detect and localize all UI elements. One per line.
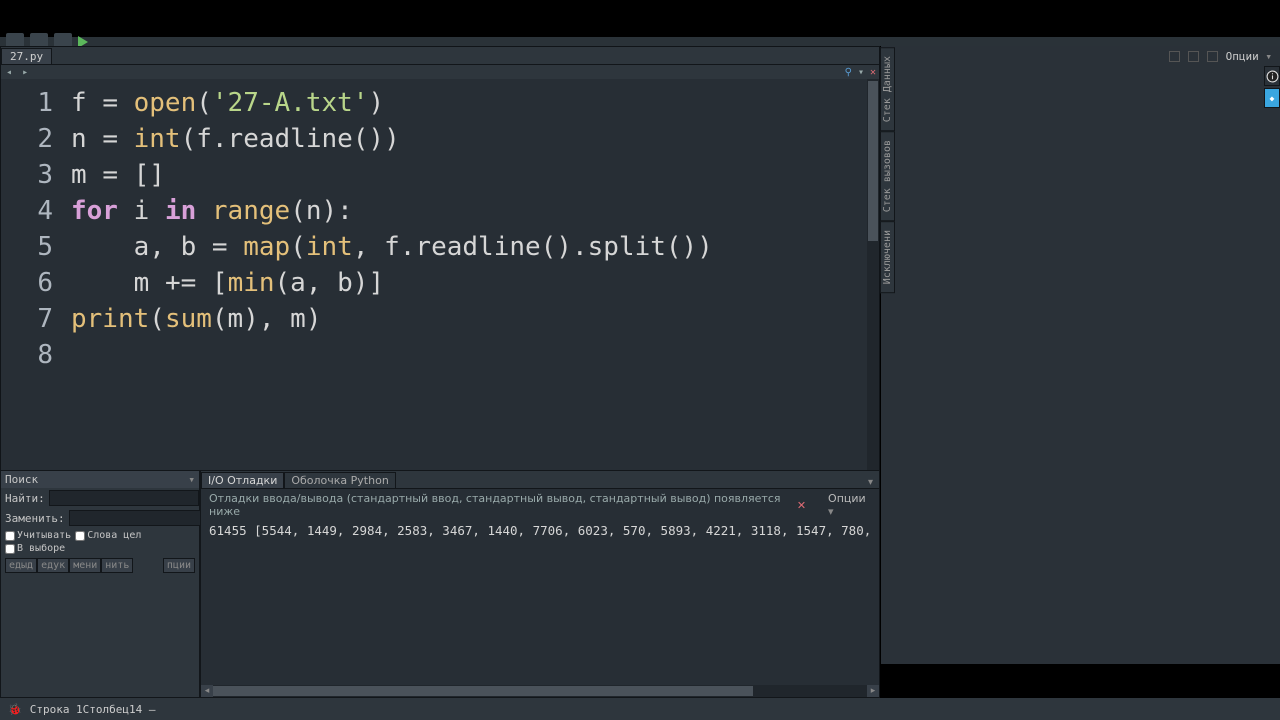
tab-debug-io[interactable]: I/O Отладки [201, 472, 284, 488]
clear-icon[interactable]: ✕ [789, 499, 814, 512]
debug-info-text: Отладки ввода/вывода (стандартный ввод, … [209, 492, 789, 518]
python-icon[interactable]: ◆ [1264, 88, 1280, 108]
editor-tabbar: 27.py [1, 47, 879, 65]
editor-controls: ◂ ▸ ⚲ ▾ ✕ [1, 65, 879, 79]
find-input[interactable] [49, 490, 199, 506]
pin-icon[interactable]: ⚲ [845, 67, 852, 78]
layout-icon[interactable] [1207, 51, 1218, 62]
replace-all-button[interactable]: нить [101, 558, 133, 573]
replace-input[interactable] [69, 510, 219, 526]
cb-case[interactable]: Учитывать [5, 530, 71, 541]
debug-options-button[interactable]: Опции [828, 492, 871, 518]
scroll-right-icon[interactable]: ▸ [867, 685, 879, 697]
status-bar: 🐞 Строка 1Столбец14 – [0, 698, 1280, 720]
close-icon[interactable]: ✕ [870, 67, 876, 78]
cursor-position: Строка 1Столбец14 – [30, 703, 156, 716]
find-prev-button[interactable]: едыд [5, 558, 37, 573]
letterbox-top [0, 0, 1280, 37]
main-toolbar [0, 37, 1280, 46]
find-label: Найти: [5, 492, 45, 505]
side-tab-call-stack[interactable]: Стек вызовов [880, 131, 895, 221]
debug-output[interactable]: 61455 [5544, 1449, 2984, 2583, 3467, 144… [201, 521, 879, 685]
side-tabs: Стек Данных Стек вызовов Исключени [880, 47, 895, 294]
search-panel: Поиск ▾ Найти: Заменить: Учитывать Слова… [0, 470, 200, 698]
right-panel: Опции ◆ [880, 46, 1280, 664]
side-tab-data-stack[interactable]: Стек Данных [880, 47, 895, 131]
debug-io-panel: I/O Отладки Оболочка Python ▾ Отладки вв… [200, 470, 880, 698]
replace-button[interactable]: мени [69, 558, 101, 573]
info-icon[interactable] [1264, 66, 1280, 86]
layout-icon[interactable] [1188, 51, 1199, 62]
nav-fwd-icon[interactable]: ▸ [20, 67, 30, 78]
nav-back-icon[interactable]: ◂ [4, 67, 14, 78]
cb-whole-word[interactable]: Слова цел [75, 530, 141, 541]
tab-python-shell[interactable]: Оболочка Python [284, 472, 395, 488]
find-next-button[interactable]: едук [37, 558, 69, 573]
cb-in-selection[interactable]: В выборе [5, 543, 65, 554]
layout-icon[interactable] [1169, 51, 1180, 62]
scroll-left-icon[interactable]: ◂ [201, 685, 213, 697]
search-options-button[interactable]: пции [163, 558, 195, 573]
search-title: Поиск [5, 473, 38, 486]
editor-tab[interactable]: 27.py [1, 48, 52, 64]
replace-label: Заменить: [5, 512, 65, 525]
output-scrollbar-horizontal[interactable]: ◂ ▸ [201, 685, 879, 697]
bug-icon[interactable]: 🐞 [8, 703, 22, 716]
chevron-down-icon[interactable]: ▾ [868, 477, 879, 488]
options-button[interactable]: Опции [1226, 50, 1272, 63]
svg-text:◆: ◆ [1270, 93, 1275, 103]
chevron-down-icon[interactable]: ▾ [188, 473, 195, 486]
chevron-down-icon[interactable]: ▾ [858, 67, 864, 78]
side-tab-exceptions[interactable]: Исключени [880, 221, 895, 293]
